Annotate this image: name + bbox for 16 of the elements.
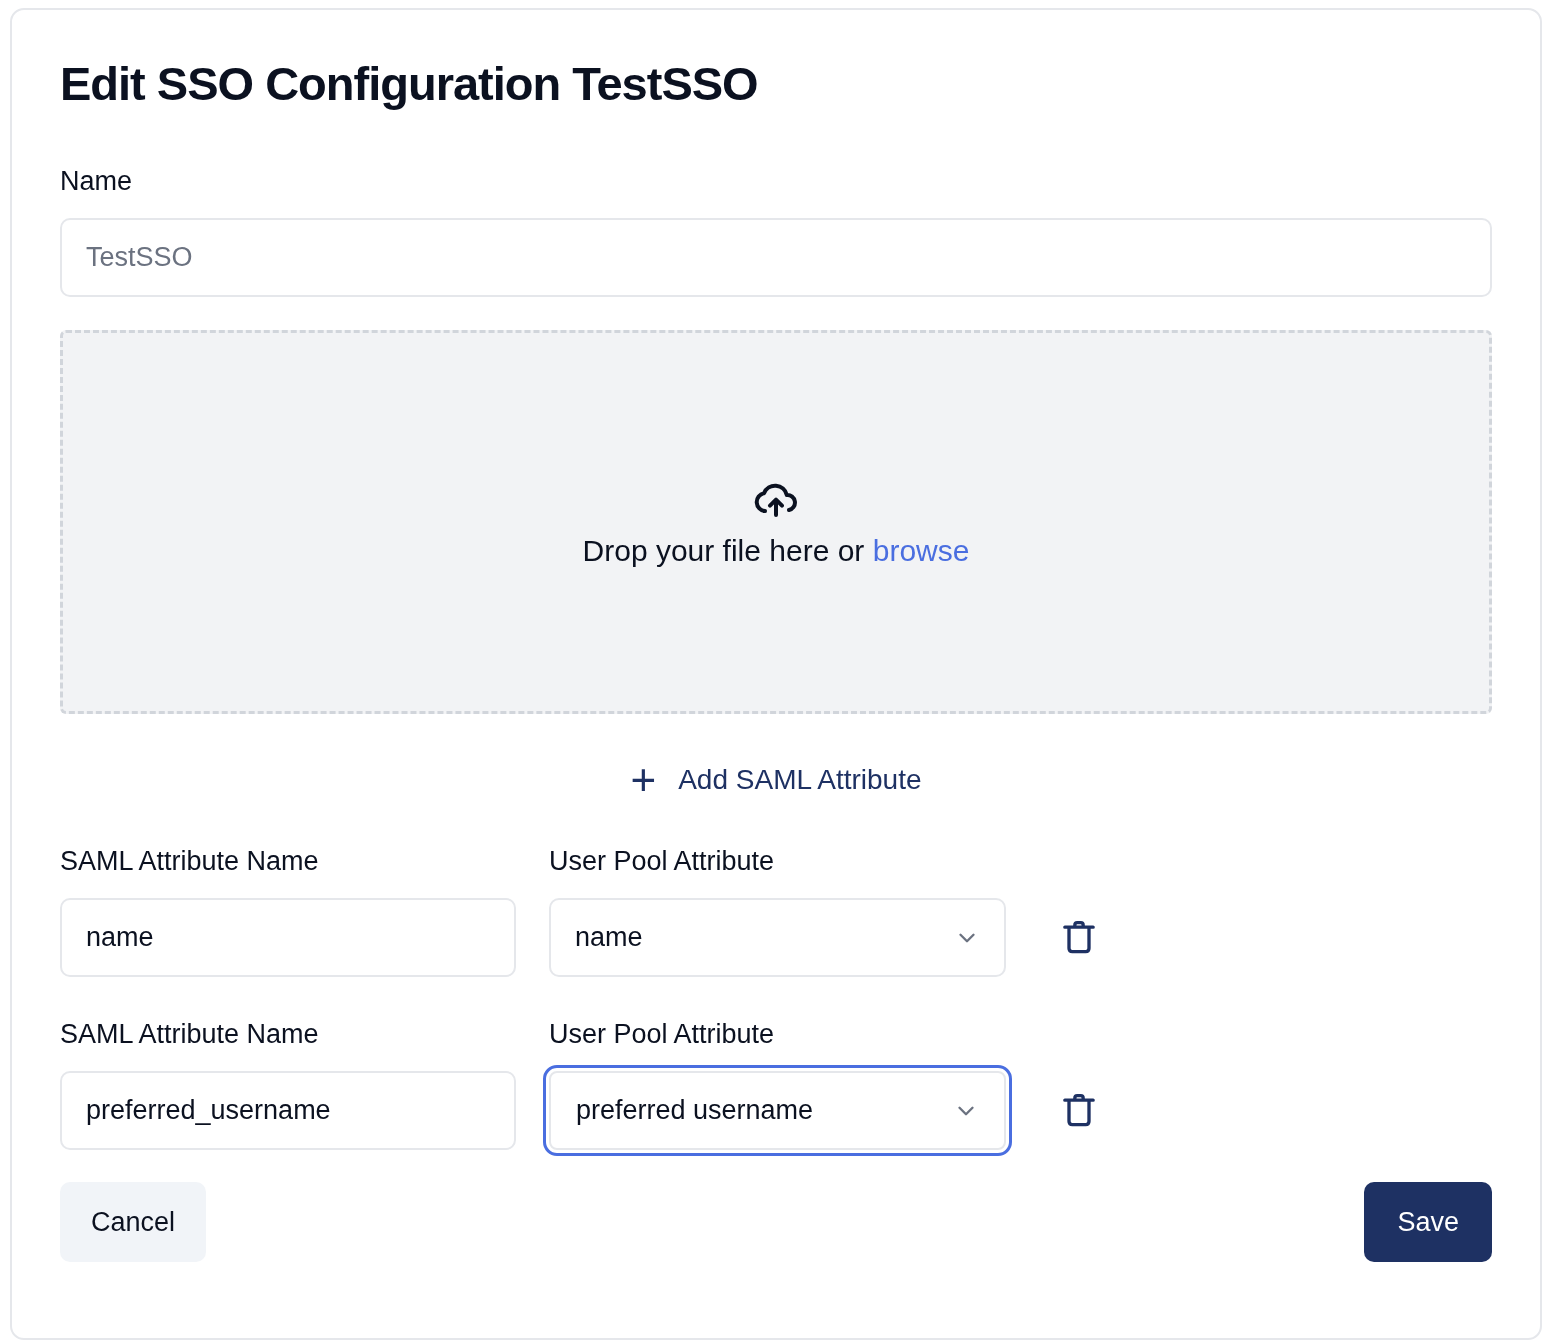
save-button[interactable]: Save (1364, 1182, 1492, 1262)
field-label: User Pool Attribute (549, 1018, 776, 1051)
saml-attribute-field[interactable]: preferred_username (60, 1071, 516, 1150)
page-title: Edit SSO Configuration TestSSO (60, 56, 759, 112)
field-label: Name (60, 165, 133, 198)
attribute-dropdown[interactable]: preferred username (543, 1065, 1012, 1156)
file-dropzone[interactable]: Drop your file here or browse (60, 330, 1492, 714)
cancel-button[interactable]: Cancel (60, 1182, 207, 1262)
field-label: SAML Attribute Name (60, 1018, 320, 1051)
dropzone-text: Drop your file here or browse (582, 534, 970, 568)
attribute-dropdown[interactable]: name (549, 898, 1006, 977)
add-attribute-button[interactable]: + Add SAML Attribute (622, 760, 930, 800)
saml-attribute-field[interactable]: name (60, 898, 516, 977)
field-label: User Pool Attribute (549, 845, 776, 878)
field-label: SAML Attribute Name (60, 845, 320, 878)
browse-link[interactable]: browse (872, 534, 970, 567)
